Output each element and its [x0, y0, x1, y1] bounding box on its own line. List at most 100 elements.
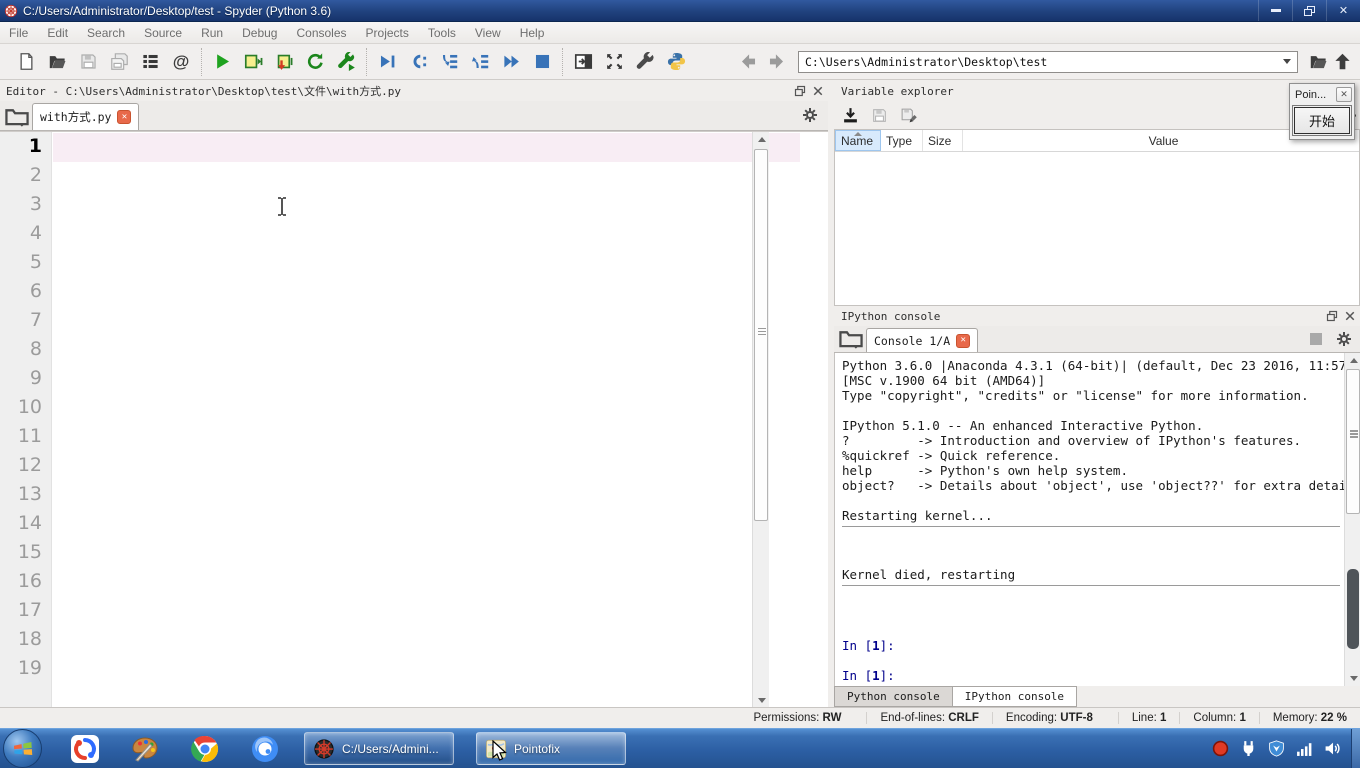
console-scrollbar[interactable] [1344, 353, 1360, 686]
variable-explorer-header: Variable explorer [834, 81, 1360, 101]
line-number: 10 [17, 396, 42, 418]
new-file-icon[interactable] [14, 50, 38, 74]
spyder-window: C:/Users/Administrator/Desktop/test - Sp… [0, 0, 1360, 768]
restore-button[interactable] [1292, 0, 1326, 21]
todesk-pinned-icon[interactable] [68, 732, 102, 766]
pointofix-close-icon[interactable]: ✕ [1336, 87, 1352, 102]
save-all-icon[interactable] [107, 50, 131, 74]
interrupt-kernel-icon[interactable] [1310, 333, 1322, 345]
start-button[interactable] [3, 729, 42, 768]
editor-options-gear-icon[interactable] [802, 107, 818, 123]
quark-pinned-icon[interactable] [248, 732, 282, 766]
line-number: 12 [17, 454, 42, 476]
save-data-as-icon[interactable] [900, 107, 917, 124]
parent-directory-icon[interactable] [1330, 50, 1354, 74]
menu-file[interactable]: File [9, 26, 28, 40]
forward-icon[interactable] [764, 50, 788, 74]
chrome-pinned-icon[interactable] [188, 732, 222, 766]
import-data-icon[interactable] [842, 107, 859, 124]
console-tab-label: Console 1/A [874, 333, 951, 348]
outline-explorer-icon[interactable] [138, 50, 162, 74]
debug-run-line-icon[interactable] [406, 50, 430, 74]
console-panel-header: IPython console [834, 306, 1360, 326]
line-number: 7 [29, 309, 42, 331]
fullscreen-icon[interactable] [602, 50, 626, 74]
console-scroll-thumb[interactable] [1347, 569, 1359, 649]
close-button[interactable]: ✕ [1326, 0, 1360, 21]
menu-source[interactable]: Source [144, 26, 182, 40]
pointofix-window[interactable]: Poin... ✕ 开始 [1289, 83, 1355, 140]
console-output[interactable]: Python 3.6.0 |Anaconda 4.3.1 (64-bit)| (… [834, 353, 1360, 686]
run-file-icon[interactable] [210, 50, 234, 74]
variable-table[interactable]: Name Type Size Value [834, 129, 1360, 306]
security-shield-tray-icon[interactable] [1268, 740, 1285, 757]
column-size[interactable]: Size [923, 130, 963, 151]
console-options-gear-icon[interactable] [1336, 331, 1352, 347]
editor-tab-bar: with方式.py ✕ [0, 101, 828, 131]
column-type[interactable]: Type [881, 130, 923, 151]
column-name[interactable]: Name [835, 130, 881, 151]
tab-ipython-console[interactable]: IPython console [952, 686, 1078, 707]
pointofix-title-bar[interactable]: Poin... ✕ [1290, 84, 1354, 104]
undock-icon[interactable] [794, 85, 806, 97]
code-editor[interactable]: 1 2 3 4 5 6 7 8 9 10 11 12 13 14 15 16 1… [0, 131, 828, 707]
debug-file-icon[interactable] [375, 50, 399, 74]
menu-help[interactable]: Help [520, 26, 545, 40]
editor-panel-header: Editor - C:\Users\Administrator\Desktop\… [0, 81, 828, 101]
maximize-pane-icon[interactable] [571, 50, 595, 74]
rerun-icon[interactable] [303, 50, 327, 74]
status-column: Column: 1 [1179, 712, 1258, 724]
menu-edit[interactable]: Edit [47, 26, 68, 40]
tab-close-icon[interactable]: ✕ [117, 110, 132, 124]
menu-tools[interactable]: Tools [428, 26, 456, 40]
editor-scrollbar[interactable] [752, 132, 769, 707]
browse-tabs-icon[interactable] [4, 104, 30, 128]
working-directory-combobox[interactable]: C:\Users\Administrator\Desktop\test [798, 50, 1298, 73]
continue-icon[interactable] [499, 50, 523, 74]
show-desktop-button[interactable] [1351, 728, 1360, 768]
python-logo-icon[interactable] [664, 50, 688, 74]
console-tab[interactable]: Console 1/A ✕ [866, 328, 979, 352]
undock-icon[interactable] [1326, 310, 1338, 322]
step-return-icon[interactable] [468, 50, 492, 74]
back-icon[interactable] [736, 50, 760, 74]
minimize-button[interactable] [1258, 0, 1292, 21]
status-permissions: Permissions: RW [753, 712, 842, 724]
taskbar-button-spyder[interactable]: C:/Users/Admini... [304, 732, 454, 765]
tab-close-icon[interactable]: ✕ [956, 333, 971, 348]
menu-run[interactable]: Run [201, 26, 223, 40]
recording-tray-icon[interactable] [1212, 740, 1229, 757]
preferences-wrench-icon[interactable] [633, 50, 657, 74]
paint-palette-pinned-icon[interactable] [128, 732, 162, 766]
editor-tab[interactable]: with方式.py ✕ [32, 103, 140, 130]
run-cell-advance-icon[interactable] [272, 50, 296, 74]
close-pane-icon[interactable] [812, 85, 824, 97]
browse-directory-icon[interactable] [1306, 50, 1330, 74]
find-symbols-icon[interactable]: @ [169, 50, 193, 74]
open-file-icon[interactable] [45, 50, 69, 74]
menu-consoles[interactable]: Consoles [296, 26, 346, 40]
combobox-dropdown-icon[interactable] [1283, 59, 1291, 64]
power-plug-tray-icon[interactable] [1240, 740, 1257, 757]
line-number: 6 [29, 280, 42, 302]
pointofix-start-button[interactable]: 开始 [1292, 105, 1352, 136]
menu-projects[interactable]: Projects [366, 26, 409, 40]
browse-tabs-icon[interactable] [838, 326, 864, 350]
volume-tray-icon[interactable] [1324, 740, 1341, 757]
network-signal-tray-icon[interactable] [1296, 740, 1313, 757]
console-tab-bar: Console 1/A ✕ [834, 326, 1360, 353]
menu-debug[interactable]: Debug [242, 26, 277, 40]
console-divider [842, 526, 1340, 527]
step-into-icon[interactable] [437, 50, 461, 74]
run-cell-icon[interactable] [241, 50, 265, 74]
close-pane-icon[interactable] [1344, 310, 1356, 322]
line-number: 3 [29, 193, 42, 215]
run-configuration-icon[interactable] [334, 50, 358, 74]
line-number: 16 [17, 570, 42, 592]
save-icon[interactable] [76, 50, 100, 74]
menu-search[interactable]: Search [87, 26, 125, 40]
input-prompt[interactable]: In [1]: [842, 668, 1340, 683]
menu-view[interactable]: View [475, 26, 501, 40]
stop-debug-icon[interactable] [530, 50, 554, 74]
tab-python-console[interactable]: Python console [834, 686, 953, 707]
